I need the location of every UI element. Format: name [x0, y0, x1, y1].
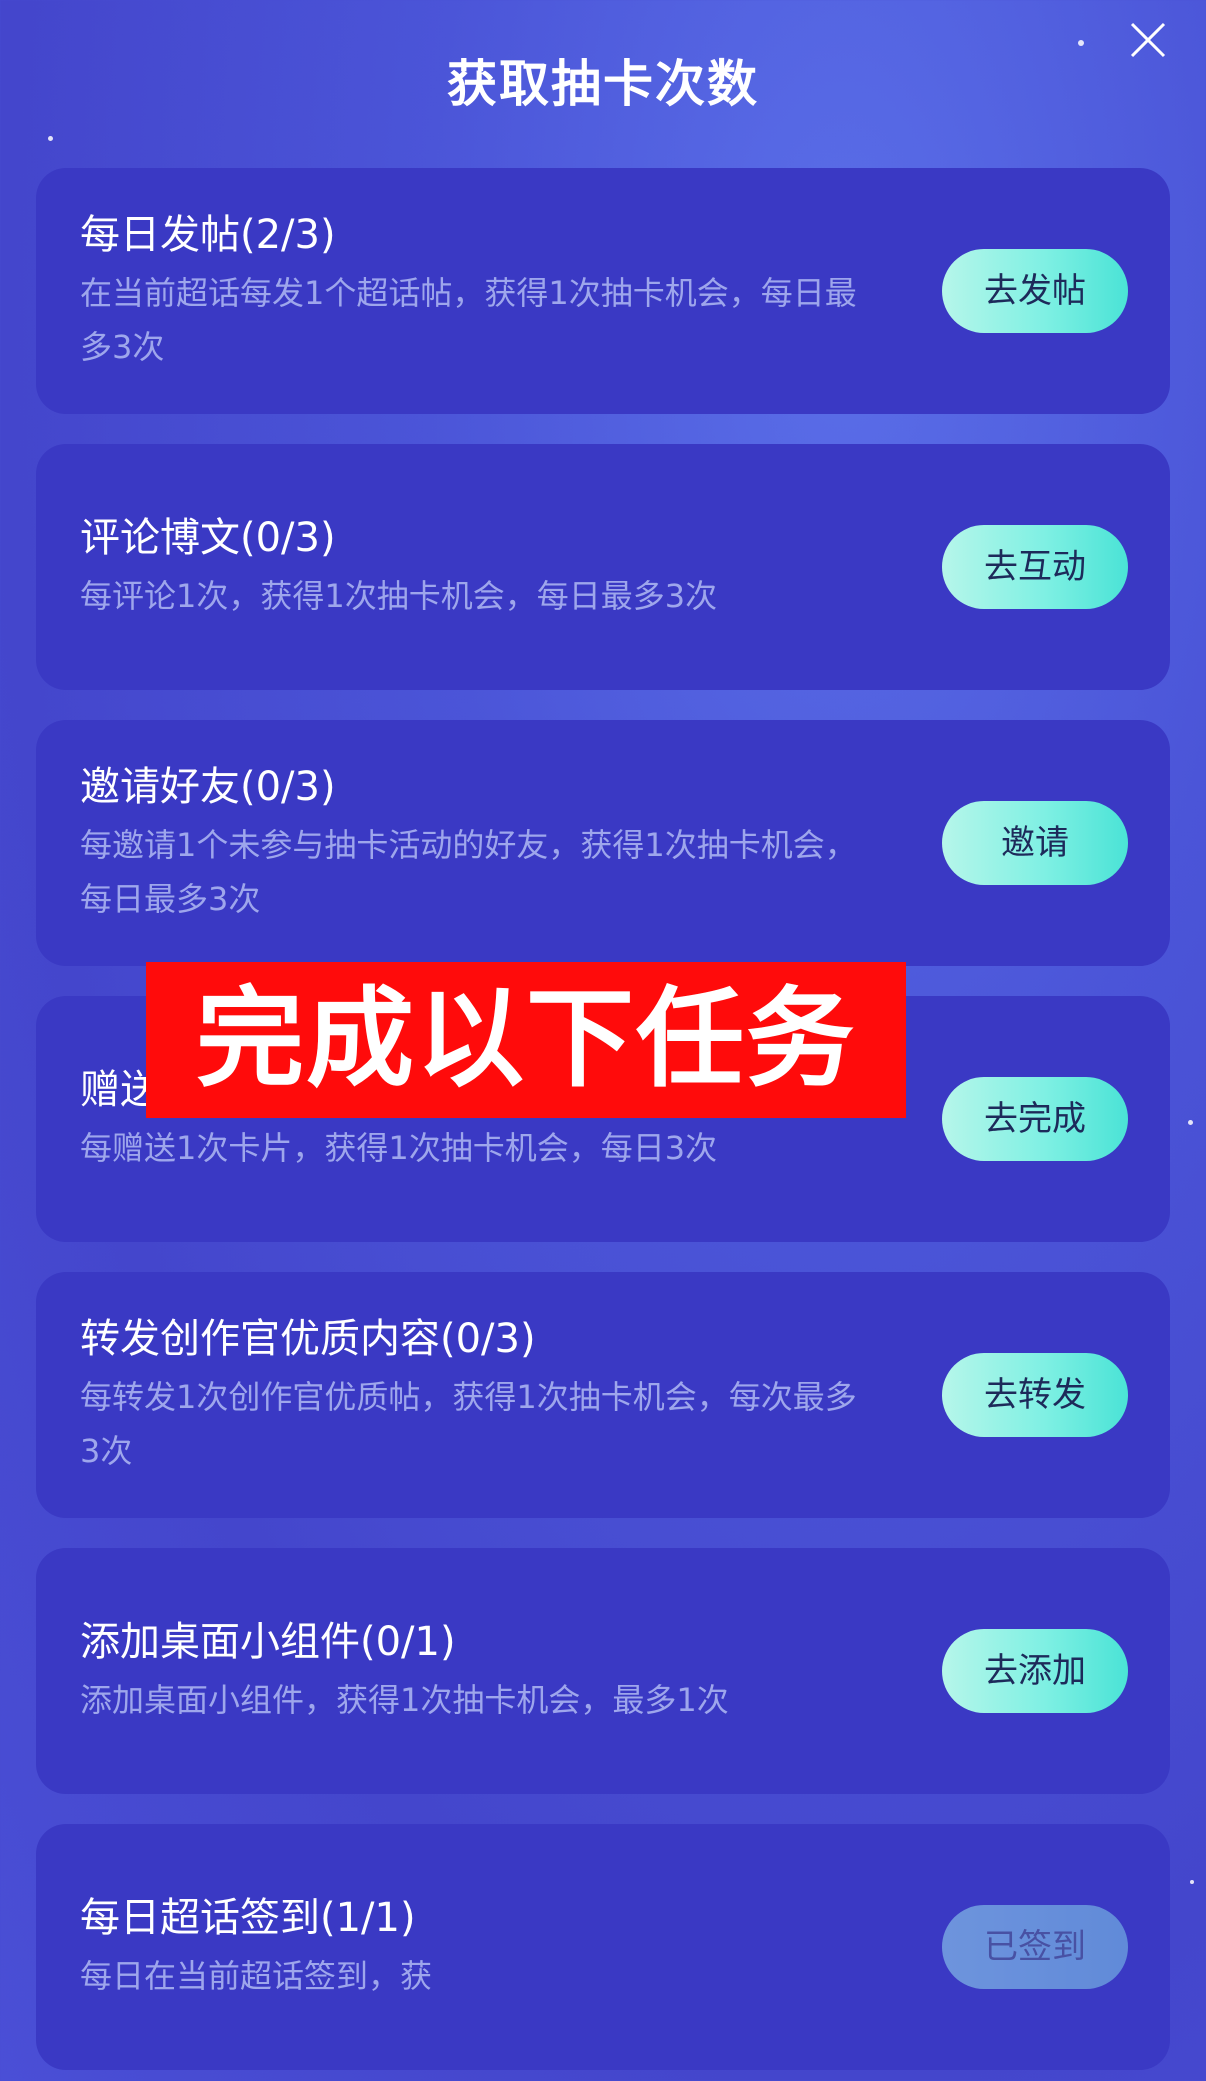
task-description: 在当前超话每发1个超话帖，获得1次抽卡机会，每日最多3次	[80, 274, 857, 366]
invite-button[interactable]: 邀请	[942, 801, 1128, 885]
task-card-comment: 评论博文(0/3) 每评论1次，获得1次抽卡机会，每日最多3次 去互动	[36, 444, 1170, 690]
task-card-repost: 转发创作官优质内容(0/3) 每转发1次创作官优质帖，获得1次抽卡机会，每次最多…	[36, 1272, 1170, 1518]
task-title: 每日发帖(2/3)	[80, 212, 336, 258]
task-list: 每日发帖(2/3) 在当前超话每发1个超话帖，获得1次抽卡机会，每日最多3次 去…	[36, 168, 1170, 2081]
task-description: 添加桌面小组件，获得1次抽卡机会，最多1次	[80, 1681, 729, 1719]
star-decoration	[1190, 1880, 1194, 1884]
task-description: 每转发1次创作官优质帖，获得1次抽卡机会，每次最多3次	[80, 1378, 857, 1470]
star-decoration	[1188, 1120, 1193, 1125]
checked-in-button[interactable]: 已签到	[942, 1905, 1128, 1989]
go-complete-button[interactable]: 去完成	[942, 1077, 1128, 1161]
task-description: 每邀请1个未参与抽卡活动的好友，获得1次抽卡机会，每日最多3次	[80, 826, 857, 918]
go-add-button[interactable]: 去添加	[942, 1629, 1128, 1713]
task-card-daily-post: 每日发帖(2/3) 在当前超话每发1个超话帖，获得1次抽卡机会，每日最多3次 去…	[36, 168, 1170, 414]
task-title: 评论博文(0/3)	[80, 515, 336, 561]
close-icon	[1130, 22, 1166, 58]
task-card-invite: 邀请好友(0/3) 每邀请1个未参与抽卡活动的好友，获得1次抽卡机会，每日最多3…	[36, 720, 1170, 966]
task-title: 添加桌面小组件(0/1)	[80, 1619, 456, 1665]
close-button[interactable]	[1124, 16, 1172, 64]
dialog-header: 获取抽卡次数	[0, 0, 1206, 150]
task-description: 每赠送1次卡片，获得1次抽卡机会，每日3次	[80, 1129, 718, 1167]
blurred-text-region	[472, 1824, 762, 2070]
page-title: 获取抽卡次数	[447, 55, 759, 113]
go-post-button[interactable]: 去发帖	[942, 249, 1128, 333]
overlay-banner: 完成以下任务	[146, 962, 906, 1118]
go-repost-button[interactable]: 去转发	[942, 1353, 1128, 1437]
task-description: 每评论1次，获得1次抽卡机会，每日最多3次	[80, 577, 718, 615]
go-interact-button[interactable]: 去互动	[942, 525, 1128, 609]
task-card-checkin: 每日超话签到(1/1) 每日在当前超话签到，获 已签到	[36, 1824, 1170, 2070]
task-card-widget: 添加桌面小组件(0/1) 添加桌面小组件，获得1次抽卡机会，最多1次 去添加	[36, 1548, 1170, 1794]
task-title: 邀请好友(0/3)	[80, 764, 336, 810]
task-title: 转发创作官优质内容(0/3)	[80, 1316, 536, 1362]
